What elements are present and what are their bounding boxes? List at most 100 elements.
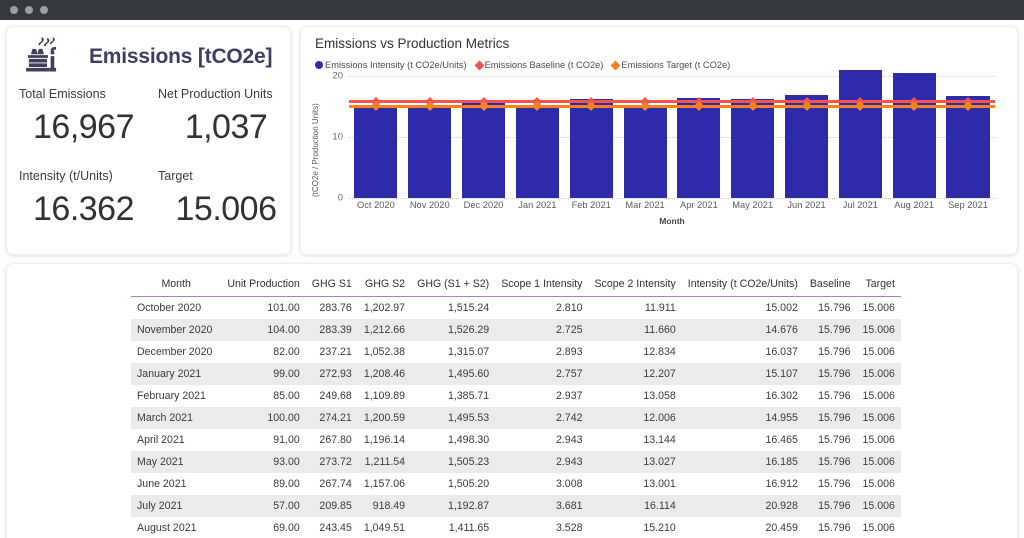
kpi-value: 16,967 [33, 108, 135, 146]
table-cell: 12.006 [643, 412, 676, 424]
table-row[interactable]: December 2020 82.00 237.21 1,052.38 1,315.07… [131, 341, 901, 363]
maximize-icon[interactable] [40, 6, 48, 14]
table-cell: 1,192.87 [447, 500, 490, 512]
table-row[interactable]: April 2021 91.00 267.80 1,196.14 1,498.30 2.9… [131, 429, 901, 451]
table-cell: 15.796 [818, 346, 851, 358]
table-cell: 1,505.20 [447, 478, 490, 490]
x-tick-label: Nov 2020 [409, 200, 450, 210]
minimize-icon[interactable] [25, 6, 33, 14]
table-cell: 57.00 [273, 500, 300, 512]
legend-item[interactable]: Emissions Baseline (t CO2e) [474, 60, 603, 70]
legend-item[interactable]: Emissions Intensity (t CO2e/Units) [315, 60, 467, 70]
table-cell: 1,109.89 [363, 390, 406, 402]
table-row[interactable]: March 2021 100.00 274.21 1,200.59 1,495.53 2.… [131, 407, 901, 429]
x-tick-label: Jun 2021 [787, 200, 826, 210]
chart-bar[interactable] [354, 106, 398, 198]
table-row[interactable]: July 2021 57.00 209.85 918.49 1,192.87 3.681 1… [131, 495, 901, 517]
table-cell: 2.943 [555, 434, 583, 446]
kpi-metric-total-emissions: Total Emissions 16,967 [11, 87, 152, 169]
table-cell: 2.943 [555, 456, 583, 468]
emissions-chart-card: Emissions vs Production Metrics Emission… [300, 26, 1018, 255]
table-cell: 1,498.30 [447, 434, 490, 446]
chart-bar[interactable] [892, 73, 936, 198]
table-cell: 15.006 [862, 346, 895, 358]
table-cell: 11.660 [644, 324, 676, 336]
table-cell: 14.676 [765, 324, 798, 336]
y-axis-ticks: 0 10 20 [325, 71, 347, 204]
column-header[interactable]: Baseline [803, 276, 857, 297]
window-titlebar [0, 0, 1024, 20]
table-row[interactable]: October 2020 101.00 283.76 1,202.97 1,515.24… [131, 297, 901, 320]
chart-bar[interactable] [677, 97, 721, 198]
column-header[interactable]: Intensity (t CO2e/Units) [681, 276, 804, 297]
kpi-metric-net-production-units: Net Production Units 1,037 [152, 87, 290, 169]
column-header[interactable]: Month [131, 276, 222, 297]
table-cell: 16.114 [644, 500, 676, 512]
table-cell: 12.207 [643, 368, 676, 380]
bar-slot [618, 76, 672, 198]
table-cell: 1,495.60 [447, 368, 490, 380]
column-header[interactable]: Unit Production [221, 276, 306, 297]
table-cell: 1,505.23 [447, 456, 490, 468]
chart-bar[interactable] [731, 99, 775, 198]
table-row[interactable]: June 2021 89.00 267.74 1,157.06 1,505.20 3.00… [131, 473, 901, 495]
table-cell: 15.796 [818, 390, 851, 402]
bar-slot [941, 76, 995, 198]
table-row[interactable]: August 2021 69.00 243.45 1,049.51 1,411.65 3.… [131, 517, 901, 538]
table-cell: 1,411.65 [448, 522, 490, 534]
table-cell: 1,315.07 [447, 346, 490, 358]
table-cell: 1,211.54 [364, 456, 406, 468]
close-icon[interactable] [10, 6, 18, 14]
column-header[interactable]: Target [856, 276, 901, 297]
x-axis-title: Month [659, 216, 685, 226]
table-cell: 15.796 [818, 478, 851, 490]
table-cell: December 2020 [137, 346, 213, 358]
table-cell: August 2021 [137, 522, 197, 534]
table-cell: 1,495.53 [447, 412, 490, 424]
table-cell: 15.796 [818, 324, 851, 336]
x-tick-label: Feb 2021 [571, 200, 611, 210]
bar-slot [403, 76, 457, 198]
column-header[interactable]: GHG S2 [357, 276, 412, 297]
column-header[interactable]: Scope 2 Intensity [588, 276, 682, 297]
table-cell: May 2021 [137, 456, 184, 468]
chart-bar[interactable] [623, 106, 667, 198]
table-cell: 15.210 [643, 522, 676, 534]
chart-bar[interactable] [946, 95, 990, 198]
table-cell: 15.107 [765, 368, 798, 380]
table-cell: February 2021 [137, 390, 206, 402]
column-header[interactable]: GHG S1 [305, 276, 358, 297]
table-cell: 20.459 [765, 522, 798, 534]
table-cell: 1,208.46 [363, 368, 406, 380]
chart-bar[interactable] [838, 70, 882, 198]
kpi-label: Total Emissions [19, 87, 106, 101]
table-cell: March 2021 [137, 412, 193, 424]
table-cell: 99.00 [273, 368, 300, 380]
table-cell: 13.027 [643, 456, 676, 468]
table-row[interactable]: May 2021 93.00 273.72 1,211.54 1,505.23 2.943… [131, 451, 901, 473]
table-cell: 93.00 [273, 456, 300, 468]
table-row[interactable]: February 2021 85.00 249.68 1,109.89 1,385.71… [131, 385, 901, 407]
table-cell: 15.002 [765, 302, 798, 314]
table-row[interactable]: November 2020 104.00 283.39 1,212.66 1,526.2… [131, 319, 901, 341]
chart-bar[interactable] [569, 98, 613, 198]
gridline [349, 198, 995, 199]
table-row[interactable]: January 2021 99.00 272.93 1,208.46 1,495.60 2… [131, 363, 901, 385]
table-cell: 1,202.97 [363, 302, 406, 314]
table-cell: 15.796 [818, 456, 851, 468]
chart-bar[interactable] [408, 108, 452, 198]
bar-slot [510, 76, 564, 198]
chart-bar[interactable] [515, 105, 559, 198]
diamond-icon [610, 60, 621, 70]
table-cell: 249.68 [319, 390, 352, 402]
chart-bar[interactable] [462, 100, 506, 198]
x-axis-labels: Oct 2020 Nov 2020 Dec 2020 Jan 2021 Feb 2021… [349, 200, 995, 210]
series-line [349, 104, 995, 108]
y-tick-label: 0 [337, 192, 343, 204]
column-header[interactable]: GHG (S1 + S2) [411, 276, 496, 297]
column-header[interactable]: Scope 1 Intensity [495, 276, 589, 297]
table-cell: 104.00 [267, 324, 300, 336]
legend-item[interactable]: Emissions Target (t CO2e) [610, 60, 730, 70]
table-cell: 267.80 [319, 434, 352, 446]
kpi-value: 15.006 [175, 190, 278, 228]
